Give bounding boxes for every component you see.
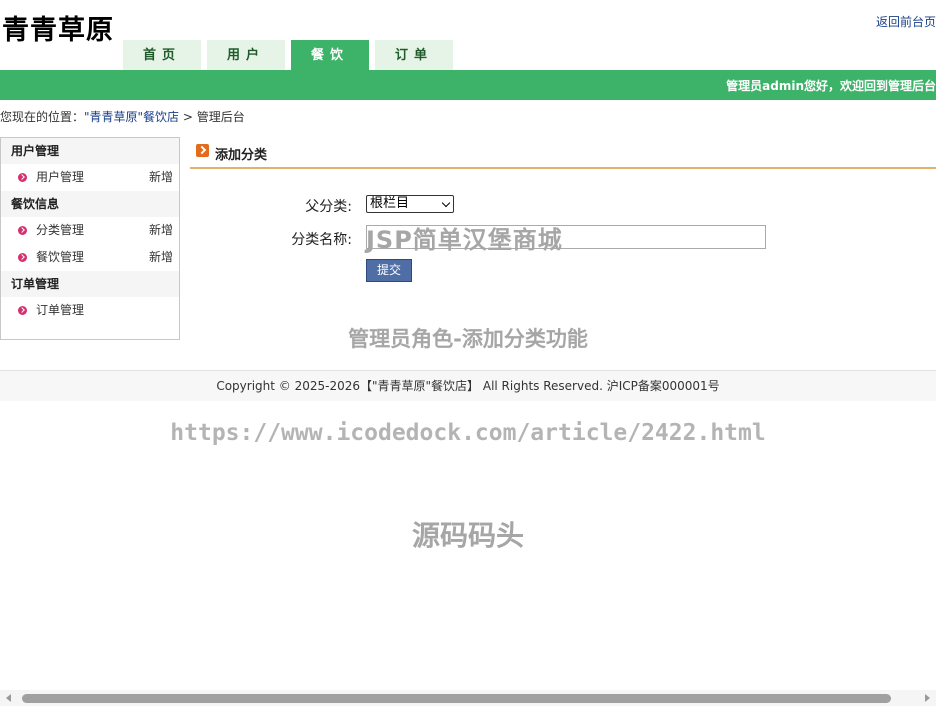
- watermark-caption: 管理员角色-添加分类功能: [348, 327, 588, 351]
- footer: Copyright © 2025-2026【"青青草原"餐饮店】 All Rig…: [0, 370, 936, 401]
- breadcrumb: 您现在的位置："青青草原"餐饮店 > 管理后台: [0, 108, 245, 125]
- watermark-product-name: JSP简单汉堡商城: [366, 226, 563, 254]
- tab-users[interactable]: 用户: [207, 40, 285, 70]
- footer-copyright: Copyright © 2025-2026【"青青草原"餐饮店】 All Rig…: [216, 379, 720, 393]
- add-category-link[interactable]: 新增: [149, 217, 173, 244]
- chevron-right-icon: [18, 253, 27, 262]
- parent-category-value: 根栏目: [370, 196, 410, 211]
- chevron-right-icon: [18, 173, 27, 182]
- parent-category-label: 父分类:: [305, 199, 352, 215]
- chevron-right-icon: [18, 226, 27, 235]
- sidebar-item-label[interactable]: 餐饮管理: [36, 250, 84, 264]
- sidebar-group-users: 用户管理: [1, 138, 179, 164]
- sidebar: 用户管理 用户管理 新增 餐饮信息 分类管理 新增 餐饮管理 新增 订单管理 订…: [0, 137, 180, 340]
- category-name-label: 分类名称:: [291, 232, 352, 248]
- submit-button[interactable]: 提交: [366, 259, 412, 282]
- sidebar-group-orders: 订单管理: [1, 271, 179, 297]
- watermark-url: https://www.icodedock.com/article/2422.h…: [170, 420, 766, 446]
- watermark-brand: 源码码头: [411, 519, 524, 552]
- sidebar-item-user-management[interactable]: 用户管理 新增: [1, 164, 179, 191]
- sidebar-group-food: 餐饮信息: [1, 191, 179, 217]
- main-nav: 首页 用户 餐饮 订单: [123, 40, 459, 70]
- sidebar-item-label[interactable]: 用户管理: [36, 170, 84, 184]
- sidebar-item-order-management[interactable]: 订单管理: [1, 297, 179, 324]
- breadcrumb-link-store[interactable]: "青青草原"餐饮店: [84, 110, 179, 124]
- welcome-message: 管理员admin您好，欢迎回到管理后台: [726, 79, 936, 93]
- sidebar-item-label[interactable]: 分类管理: [36, 223, 84, 237]
- parent-category-select[interactable]: 根栏目: [366, 195, 454, 213]
- panel-header: 添加分类: [190, 140, 936, 169]
- site-title: 青青草原: [2, 15, 114, 46]
- tab-orders[interactable]: 订单: [375, 40, 453, 70]
- chevron-right-icon: [18, 306, 27, 315]
- add-food-link[interactable]: 新增: [149, 244, 173, 271]
- add-user-link[interactable]: 新增: [149, 164, 173, 191]
- chevron-down-icon: [441, 198, 451, 208]
- horizontal-scrollbar[interactable]: [0, 690, 936, 706]
- scrollbar-thumb[interactable]: [22, 694, 891, 703]
- tab-home[interactable]: 首页: [123, 40, 201, 70]
- sidebar-item-food-management[interactable]: 餐饮管理 新增: [1, 244, 179, 271]
- panel-title: 添加分类: [215, 148, 268, 163]
- breadcrumb-prefix: 您现在的位置：: [0, 110, 85, 124]
- arrow-right-icon: [196, 144, 209, 157]
- back-to-frontend-link[interactable]: 返回前台页: [876, 13, 936, 30]
- breadcrumb-separator: >: [179, 110, 197, 124]
- sidebar-item-category-management[interactable]: 分类管理 新增: [1, 217, 179, 244]
- sidebar-item-label[interactable]: 订单管理: [36, 303, 84, 317]
- tab-food[interactable]: 餐饮: [291, 40, 369, 70]
- scroll-left-icon[interactable]: [6, 694, 11, 702]
- scroll-right-icon[interactable]: [925, 694, 930, 702]
- breadcrumb-current: 管理后台: [196, 110, 245, 124]
- header-bar: 管理员admin您好，欢迎回到管理后台: [0, 70, 936, 100]
